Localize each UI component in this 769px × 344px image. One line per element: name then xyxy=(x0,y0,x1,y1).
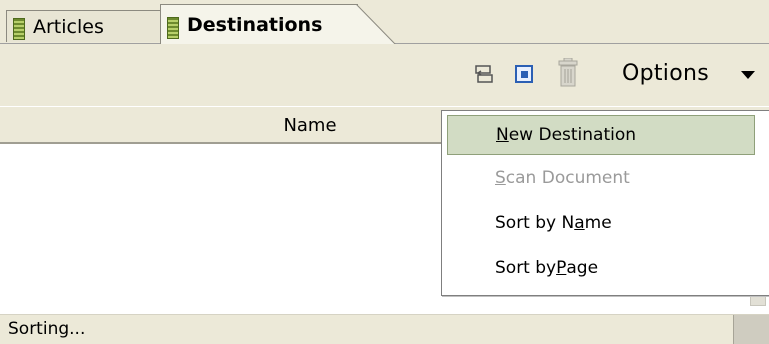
toolbar: Options xyxy=(0,44,769,106)
status-bar: Sorting... xyxy=(0,314,769,344)
tab-grip-icon xyxy=(167,17,179,39)
menu-item-label: can Document xyxy=(505,168,630,188)
menu-item-mnemonic: S xyxy=(495,168,506,188)
menu-item-label: Sort by N xyxy=(495,213,575,233)
menu-item-mnemonic: N xyxy=(496,125,509,145)
chevron-down-icon[interactable] xyxy=(741,71,755,79)
tab-destinations[interactable]: Destinations xyxy=(160,4,396,45)
options-dropdown-menu: New Destination Scan Document Sort by Na… xyxy=(441,110,769,296)
resize-grip[interactable] xyxy=(733,315,769,344)
menu-item-scan-document: Scan Document xyxy=(447,158,755,198)
menu-item-label: Sort by xyxy=(495,258,557,278)
menu-item-new-destination[interactable]: New Destination xyxy=(447,115,755,155)
tab-articles[interactable]: Articles xyxy=(6,10,179,43)
menu-item-label: age xyxy=(566,258,599,278)
trash-icon[interactable] xyxy=(555,58,581,88)
menu-item-mnemonic: P xyxy=(556,258,567,278)
tab-strip: Articles Destinations xyxy=(0,0,769,45)
menu-item-mnemonic: a xyxy=(574,213,585,233)
refresh-icon[interactable] xyxy=(473,63,495,85)
tab-grip-icon xyxy=(13,18,25,40)
tab-edge xyxy=(356,4,396,45)
tab-articles-label: Articles xyxy=(33,15,104,38)
options-menu-button[interactable]: Options xyxy=(622,61,709,86)
new-destination-icon[interactable] xyxy=(513,63,535,85)
menu-item-label: me xyxy=(584,213,612,233)
status-text: Sorting... xyxy=(8,319,86,339)
tab-destinations-label: Destinations xyxy=(187,13,323,36)
destinations-panel: Articles Destinations Options Name Sorti… xyxy=(0,0,769,344)
menu-item-sort-by-page[interactable]: Sort by Page xyxy=(447,248,755,288)
menu-item-sort-by-name[interactable]: Sort by Na me xyxy=(447,203,755,243)
menu-item-label: ew Destination xyxy=(508,125,637,145)
